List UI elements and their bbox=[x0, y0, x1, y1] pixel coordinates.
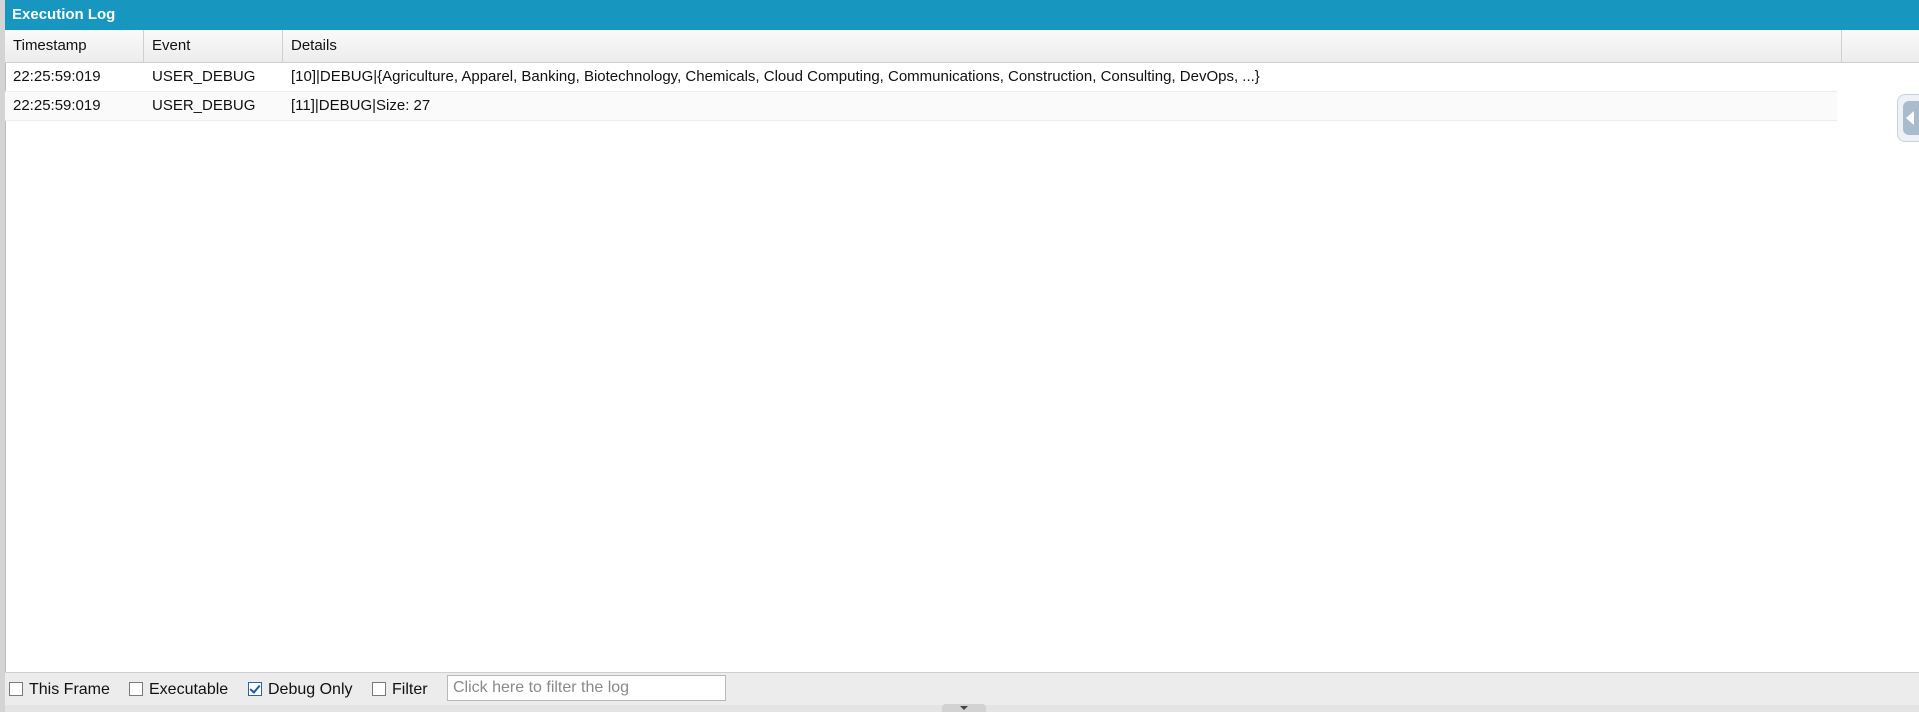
panel-title: Execution Log bbox=[5, 0, 1919, 30]
debug-only-label: Debug Only bbox=[268, 681, 353, 698]
side-tab-arrow bbox=[1903, 101, 1919, 135]
column-header-event[interactable]: Event bbox=[144, 30, 283, 62]
details-cell: [11]|DEBUG|Size: 27 bbox=[291, 97, 431, 114]
timestamp-cell: 22:25:59:019 bbox=[13, 97, 101, 114]
table-row[interactable]: 22:25:59:019 USER_DEBUG [11]|DEBUG|Size:… bbox=[5, 92, 1837, 121]
column-header-timestamp[interactable]: Timestamp bbox=[5, 30, 144, 62]
log-table-body: 22:25:59:019 USER_DEBUG [10]|DEBUG|{Agri… bbox=[5, 63, 1919, 121]
log-filter-toolbar: This Frame Executable Debug Only Filter bbox=[5, 672, 1919, 706]
executable-option[interactable]: Executable bbox=[129, 680, 228, 700]
executable-label: Executable bbox=[149, 681, 229, 698]
event-cell: USER_DEBUG bbox=[152, 97, 256, 114]
collapse-arrow-left-icon[interactable] bbox=[1897, 94, 1919, 142]
this-frame-option[interactable]: This Frame bbox=[9, 680, 110, 700]
debug-only-option[interactable]: Debug Only bbox=[248, 680, 353, 700]
filter-option[interactable]: Filter bbox=[372, 680, 428, 700]
filter-log-input[interactable] bbox=[447, 675, 726, 701]
filter-label: Filter bbox=[392, 681, 428, 698]
executable-checkbox[interactable] bbox=[129, 682, 143, 696]
debug-only-checkbox[interactable] bbox=[248, 682, 262, 696]
this-frame-checkbox[interactable] bbox=[9, 682, 23, 696]
timestamp-cell: 22:25:59:019 bbox=[13, 68, 101, 85]
table-row[interactable]: 22:25:59:019 USER_DEBUG [10]|DEBUG|{Agri… bbox=[5, 63, 1837, 92]
event-cell: USER_DEBUG bbox=[152, 68, 256, 85]
column-header-details[interactable]: Details bbox=[283, 30, 1842, 62]
details-cell: [10]|DEBUG|{Agriculture, Apparel, Bankin… bbox=[291, 68, 1260, 85]
this-frame-label: This Frame bbox=[29, 681, 110, 698]
execution-log-panel: Execution Log Timestamp Event Details 22… bbox=[5, 0, 1919, 712]
filter-checkbox[interactable] bbox=[372, 682, 386, 696]
log-table-header: Timestamp Event Details bbox=[5, 30, 1919, 63]
chevron-down-icon[interactable] bbox=[942, 704, 986, 712]
